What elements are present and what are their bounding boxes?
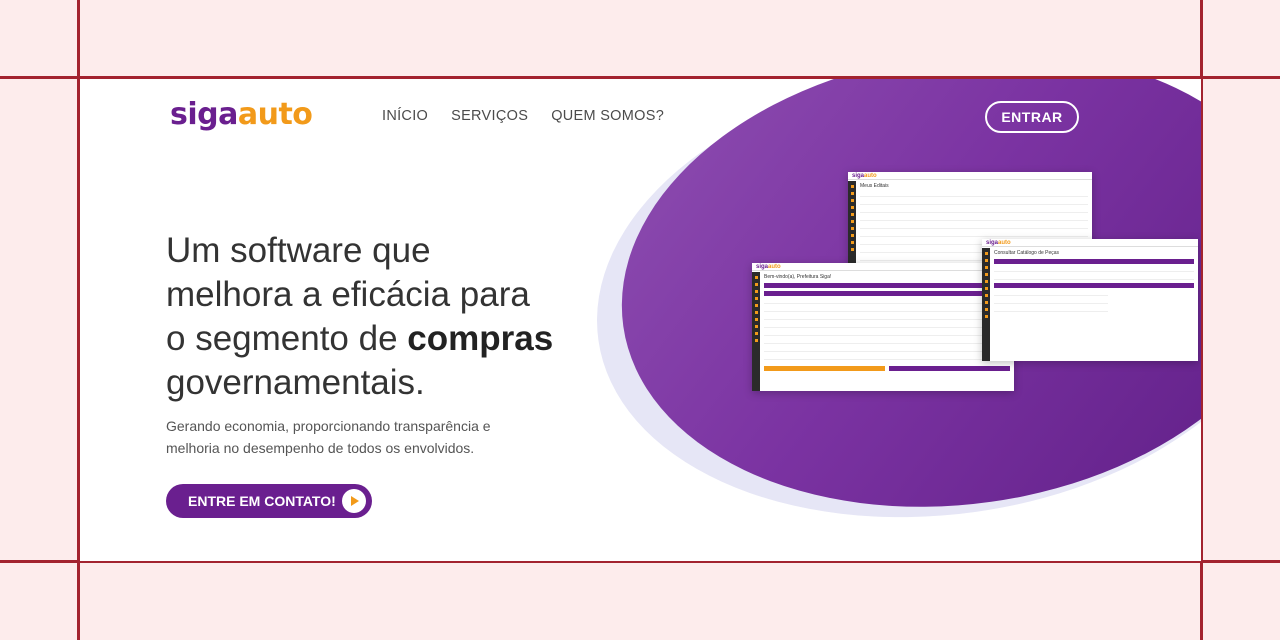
mini-title: Meus Editais [860, 183, 889, 189]
headline-line: governamentais. [166, 363, 425, 402]
headline-line: o segmento de compras [166, 317, 586, 361]
headline-line: melhora a eficácia para [166, 275, 530, 314]
siga-auto-logo[interactable]: sigaauto [170, 97, 313, 132]
login-button[interactable]: ENTRAR [985, 101, 1079, 133]
contact-button[interactable]: ENTRE EM CONTATO! [166, 484, 372, 518]
headline-bold: compras [407, 319, 554, 358]
mini-sidebar [752, 272, 760, 391]
logo-siga: siga [170, 97, 238, 132]
mini-title: Bem-vindo(a), Prefeitura Siga! [764, 274, 832, 280]
play-icon [342, 489, 366, 513]
nav-item-inicio[interactable]: INÍCIO [382, 108, 428, 124]
headline-prefix: o segmento de [166, 319, 408, 358]
mini-logo: sigaauto [852, 172, 877, 179]
nav-item-quem-somos[interactable]: QUEM SOMOS? [551, 108, 664, 124]
landing-page: sigaauto INÍCIO SERVIÇOS QUEM SOMOS? ENT… [80, 79, 1201, 561]
mini-title: Consultar Catálogo de Peças [994, 250, 1060, 256]
logo-auto: auto [237, 97, 313, 132]
preview-screen-catalogo: sigaauto Consultar Catálogo de Peças [982, 239, 1198, 361]
hero-headline: Um software que melhora a eficácia para … [166, 229, 586, 405]
nav-item-servicos[interactable]: SERVIÇOS [451, 108, 528, 124]
main-nav: INÍCIO SERVIÇOS QUEM SOMOS? [382, 108, 664, 124]
mini-logo: sigaauto [986, 239, 1011, 246]
hero-subtitle: Gerando economia, proporcionando transpa… [166, 418, 491, 456]
mini-sidebar [982, 248, 990, 361]
preview-screen-dashboard: sigaauto Bem-vindo(a), Prefeitura Siga! [752, 263, 1014, 391]
contact-button-label: ENTRE EM CONTATO! [188, 493, 336, 509]
headline-line: Um software que [166, 231, 431, 270]
mini-logo: sigaauto [756, 263, 781, 270]
